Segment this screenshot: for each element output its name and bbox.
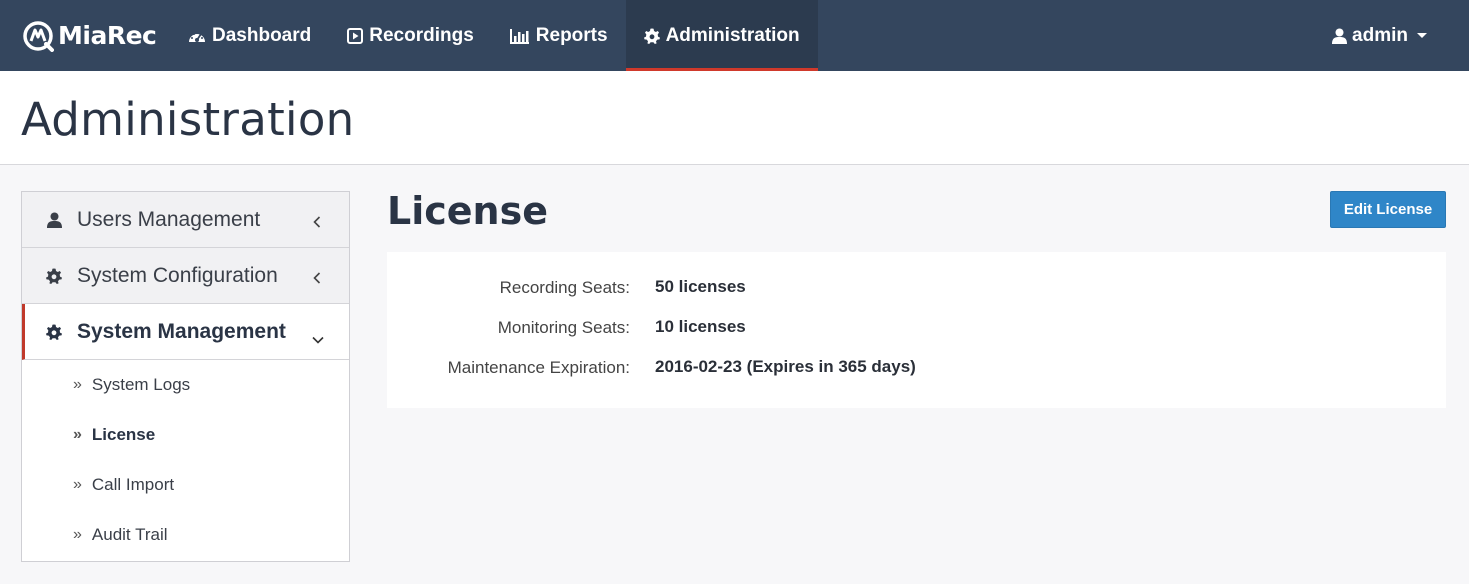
license-row-monitoring-seats: Monitoring Seats: 10 licenses — [387, 292, 1446, 337]
miarec-logo-icon — [23, 20, 54, 52]
play-square-icon — [347, 27, 364, 44]
sidebar-item-system-management[interactable]: System Management — [22, 304, 349, 360]
sidebar-item-system-configuration[interactable]: System Configuration — [22, 248, 349, 304]
chevron-left-icon — [313, 267, 321, 291]
page-header: Administration — [0, 71, 1469, 165]
sidebar-item-label: System Configuration — [77, 263, 278, 287]
double-chevron-icon: » — [73, 526, 82, 543]
bar-chart-icon — [509, 28, 529, 44]
sidebar-subitem-label: Audit Trail — [91, 525, 168, 544]
sidebar-subitem-label: Call Import — [91, 475, 175, 494]
sidebar-subitem-label: License — [91, 425, 156, 444]
sidebar-item-label: System Management — [77, 319, 286, 343]
sidebar-subitem-call-import[interactable]: » Call Import — [22, 460, 349, 510]
sidebar-subitem-system-logs[interactable]: » System Logs — [22, 360, 349, 410]
field-label: Maintenance Expiration: — [447, 358, 630, 377]
nav-administration-label: Administration — [665, 24, 800, 46]
user-menu-label: admin — [1352, 24, 1408, 46]
gear-icon — [44, 268, 64, 284]
field-value: 2016-02-23 (Expires in 365 days) — [655, 357, 916, 376]
nav-recordings[interactable]: Recordings — [329, 0, 492, 71]
license-details-panel: Recording Seats: 50 licenses Monitoring … — [387, 252, 1446, 408]
content-title: License — [387, 189, 548, 233]
caret-down-icon — [1417, 33, 1427, 38]
double-chevron-icon: » — [73, 476, 82, 493]
sidebar-item-label: Users Management — [77, 207, 261, 231]
sidebar-subitem-label: System Logs — [91, 375, 191, 394]
nav-reports[interactable]: Reports — [492, 0, 626, 71]
gear-icon — [643, 28, 660, 44]
license-row-maintenance-expiration: Maintenance Expiration: 2016-02-23 (Expi… — [387, 332, 1446, 377]
sidebar-subitem-audit-trail[interactable]: » Audit Trail — [22, 510, 349, 560]
page-title: Administration — [21, 93, 355, 146]
user-menu[interactable]: admin — [1332, 0, 1427, 71]
sidebar: Users Management System Configuration Sy… — [21, 191, 350, 562]
double-chevron-icon: » — [73, 376, 82, 393]
dashboard-icon — [189, 32, 205, 42]
sidebar-subitem-license[interactable]: » License — [22, 410, 349, 460]
nav-administration[interactable]: Administration — [625, 0, 818, 71]
edit-license-button[interactable]: Edit License — [1330, 191, 1446, 228]
chevron-down-icon — [311, 326, 325, 350]
top-navbar: MiaRec Dashboard Recordings Reports Admi… — [0, 0, 1469, 71]
user-icon — [1332, 28, 1348, 44]
sidebar-item-users-management[interactable]: Users Management — [22, 192, 349, 248]
nav-reports-label: Reports — [535, 24, 608, 46]
chevron-left-icon — [313, 211, 321, 235]
gear-icon — [44, 324, 64, 340]
license-row-recording-seats: Recording Seats: 50 licenses — [387, 252, 1446, 297]
nav-dashboard-label: Dashboard — [212, 24, 312, 46]
double-chevron-icon: » — [73, 426, 82, 443]
nav-dashboard[interactable]: Dashboard — [170, 0, 329, 71]
nav-recordings-label: Recordings — [369, 24, 474, 46]
brand-name: MiaRec — [58, 21, 157, 50]
brand-logo[interactable]: MiaRec — [0, 0, 170, 71]
user-icon — [44, 212, 64, 228]
